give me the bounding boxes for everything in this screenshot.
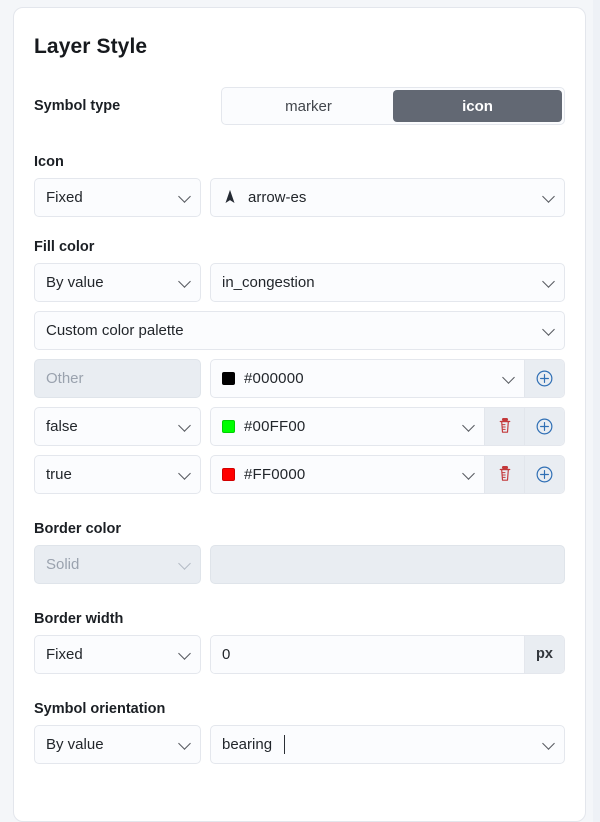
border-width-section: Border width Fixed 0 px [34,612,565,674]
text-cursor [284,735,285,754]
palette-entry-row: true #FF0000 [34,455,565,494]
chevron-down-icon [462,468,475,481]
chevron-down-icon [178,468,191,481]
border-color-mode-value: Solid [46,556,79,573]
palette-color-select[interactable]: #000000 [211,360,524,397]
delete-palette-entry-button[interactable] [484,408,524,445]
chevron-down-icon [178,737,191,750]
symbol-orientation-mode-value: By value [46,736,104,753]
symbol-orientation-value: bearing [222,736,272,753]
palette-row: Custom color palette [34,311,565,350]
color-swatch [222,420,235,433]
segment-marker[interactable]: marker [224,90,393,122]
vertical-scrollbar[interactable] [593,0,600,822]
palette-color-group: #FF0000 [210,455,565,494]
chevron-down-icon [178,420,191,433]
border-color-row: Solid [34,545,565,584]
chevron-down-icon [178,191,191,204]
chevron-down-icon [178,276,191,289]
border-color-label: Border color [34,522,565,538]
border-width-unit: px [524,636,564,673]
icon-label: Icon [34,155,565,171]
fill-color-mode-value: By value [46,274,104,291]
add-palette-entry-button[interactable] [524,360,564,397]
fill-color-mode-row: By value in_congestion [34,263,565,302]
symbol-orientation-value-input[interactable]: bearing [210,725,565,764]
color-palette-select[interactable]: Custom color palette [34,311,565,350]
border-color-value-field [210,545,565,584]
palette-entry-row: false #00FF00 [34,407,565,446]
palette-color-hex: #FF0000 [244,466,305,483]
page-title: Layer Style [34,35,565,59]
fill-color-section: Fill color By value in_congestion Custom… [34,240,565,494]
chevron-down-icon [502,372,515,385]
add-palette-entry-button[interactable] [524,456,564,493]
chevron-down-icon [542,737,555,750]
fill-color-field-value: in_congestion [222,274,315,291]
add-palette-entry-button[interactable] [524,408,564,445]
palette-color-hex: #000000 [244,370,304,387]
navigation-arrow-icon [221,188,239,206]
plus-circle-icon [535,465,554,484]
icon-mode-select[interactable]: Fixed [34,178,201,217]
palette-color-group: #000000 [210,359,565,398]
palette-value-select: Other [34,359,201,398]
border-width-input[interactable]: 0 [211,636,524,673]
color-palette-value: Custom color palette [46,322,184,339]
trash-icon [495,464,515,484]
symbol-orientation-mode-select[interactable]: By value [34,725,201,764]
palette-color-hex: #00FF00 [244,418,305,435]
palette-color-select[interactable]: #00FF00 [211,408,484,445]
border-color-section: Border color Solid [34,522,565,584]
border-width-label: Border width [34,612,565,628]
fill-color-field-select[interactable]: in_congestion [210,263,565,302]
chevron-down-icon [462,420,475,433]
symbol-type-label: Symbol type [34,98,221,114]
fill-color-label: Fill color [34,240,565,256]
trash-icon [495,416,515,436]
symbol-orientation-row: By value bearing [34,725,565,764]
chevron-down-icon [542,276,555,289]
fill-color-mode-select[interactable]: By value [34,263,201,302]
icon-value: arrow-es [248,189,306,206]
palette-value-select[interactable]: false [34,407,201,446]
plus-circle-icon [535,417,554,436]
chevron-down-icon [178,557,191,570]
border-width-mode-select[interactable]: Fixed [34,635,201,674]
palette-value-label: Other [46,370,84,387]
border-width-mode-value: Fixed [46,646,83,663]
icon-section: Icon Fixed arrow-es [34,155,565,217]
plus-circle-icon [535,369,554,388]
border-width-input-group: 0 px [210,635,565,674]
palette-value-label: true [46,466,72,483]
icon-row: Fixed arrow-es [34,178,565,217]
palette-color-select[interactable]: #FF0000 [211,456,484,493]
chevron-down-icon [542,324,555,337]
chevron-down-icon [542,191,555,204]
symbol-orientation-section: Symbol orientation By value bearing [34,702,565,764]
segment-icon[interactable]: icon [393,90,562,122]
border-color-mode-select: Solid [34,545,201,584]
color-swatch [222,372,235,385]
icon-mode-value: Fixed [46,189,83,206]
symbol-orientation-label: Symbol orientation [34,702,565,718]
layer-style-panel: Layer Style Symbol type marker icon Icon… [13,7,586,822]
chevron-down-icon [178,647,191,660]
delete-palette-entry-button[interactable] [484,456,524,493]
symbol-type-segmented-control[interactable]: marker icon [221,87,565,125]
symbol-type-row: Symbol type marker icon [34,87,565,125]
palette-value-label: false [46,418,78,435]
palette-color-group: #00FF00 [210,407,565,446]
palette-value-select[interactable]: true [34,455,201,494]
palette-entry-row: Other #000000 [34,359,565,398]
color-swatch [222,468,235,481]
border-width-row: Fixed 0 px [34,635,565,674]
icon-value-select[interactable]: arrow-es [210,178,565,217]
